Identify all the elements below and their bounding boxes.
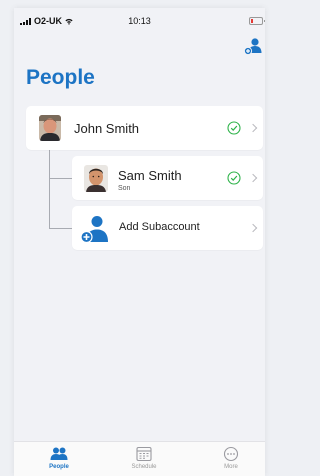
- tab-schedule[interactable]: Schedule: [114, 446, 174, 470]
- chevron-right-icon: [248, 123, 258, 133]
- person-name: Sam Smith: [118, 168, 182, 183]
- tree-line-vertical: [49, 150, 50, 228]
- person-card-john-smith[interactable]: John Smith: [26, 106, 263, 150]
- person-name: John Smith: [74, 121, 140, 136]
- status-bar: O2-UK 10:13: [14, 8, 265, 30]
- person-card-sam-smith[interactable]: Sam Smith Son: [72, 156, 263, 200]
- person-relation: Son: [118, 185, 131, 192]
- more-icon: [223, 446, 239, 462]
- calendar-icon: [136, 446, 152, 462]
- avatar: [39, 115, 61, 141]
- page-title: People: [26, 66, 95, 89]
- add-person-button[interactable]: [243, 36, 263, 56]
- tab-label: People: [49, 464, 69, 470]
- person-add-icon: [80, 216, 108, 244]
- tab-bar: People Schedule More: [14, 441, 265, 476]
- tree-line-branch-sam: [49, 178, 72, 179]
- people-icon: [50, 447, 68, 460]
- tab-more[interactable]: More: [201, 446, 261, 470]
- tree-line-branch-add: [49, 228, 72, 229]
- avatar: [84, 165, 108, 192]
- verified-check-icon: [227, 121, 241, 135]
- chevron-right-icon: [248, 223, 258, 233]
- status-time: 10:13: [128, 16, 151, 26]
- app-screen: O2-UK 10:13 People John Smith Sam Smith …: [14, 8, 265, 476]
- add-subaccount-label: Add Subaccount: [119, 221, 200, 233]
- tab-label: Schedule: [131, 464, 157, 470]
- chevron-right-icon: [248, 173, 258, 183]
- add-subaccount-button[interactable]: Add Subaccount: [72, 206, 263, 250]
- verified-check-icon: [227, 171, 241, 185]
- tab-people[interactable]: People: [29, 446, 89, 470]
- tab-label: More: [224, 464, 238, 470]
- battery-icon: [249, 17, 265, 25]
